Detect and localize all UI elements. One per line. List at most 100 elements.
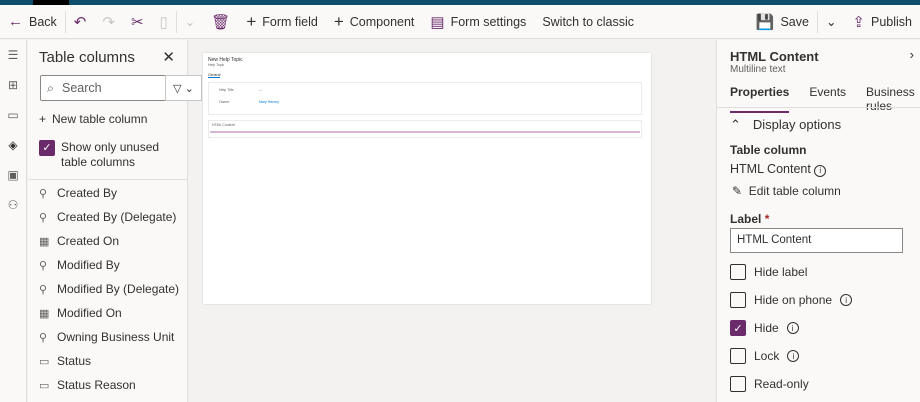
list-item[interactable]: ⚲ Owning Business Unit xyxy=(39,325,179,349)
form-section[interactable]: Help Title --- Owner Mary Harvey xyxy=(208,82,642,115)
new-column-label: New table column xyxy=(52,112,148,126)
option-set-icon: ▭ xyxy=(39,355,50,368)
section-label: Display options xyxy=(752,117,842,132)
field-value[interactable]: --- xyxy=(259,88,263,92)
undo-button[interactable]: ↶ xyxy=(66,5,95,38)
filter-button[interactable]: ▽ ⌄ xyxy=(165,75,202,101)
command-bar: ← Back ↶ ↷ ✂ ▯ ⌄ 🗑 + Form field + Component… xyxy=(0,5,920,39)
tab-general[interactable]: General xyxy=(208,73,221,78)
form-settings-label: Form settings xyxy=(450,14,527,29)
divider xyxy=(28,179,188,180)
redo-button[interactable]: ↷ xyxy=(94,5,123,38)
list-item[interactable]: ▭ Status Reason xyxy=(39,373,179,397)
info-icon[interactable]: i xyxy=(814,164,827,177)
calendar-icon: ▦ xyxy=(39,235,50,248)
tab-properties[interactable]: Properties xyxy=(730,85,790,113)
column-label: Created By (Delegate) xyxy=(57,210,177,224)
option-checkbox[interactable]: Read-only xyxy=(730,376,809,392)
left-rail: ☰ ⊞ ▭ ◈ ▣ ⚇ xyxy=(0,40,27,402)
display-options-header[interactable]: ⌃ Display options xyxy=(730,117,841,133)
column-label: Status xyxy=(57,354,92,368)
list-item[interactable]: ▦ Created On xyxy=(39,229,179,253)
option-label: Read-only xyxy=(754,377,809,391)
column-label: Modified On xyxy=(57,306,122,320)
search-icon: ⌕ xyxy=(47,80,55,95)
option-checkbox[interactable]: ✓ Hide i xyxy=(730,320,799,336)
list-item[interactable]: ⚲ Modified By (Delegate) xyxy=(39,277,179,301)
lookup-icon: ⚲ xyxy=(39,259,48,272)
chevron-down-icon: ⌄ xyxy=(825,15,837,29)
scissors-icon: ✂ xyxy=(130,13,144,31)
info-icon[interactable]: i xyxy=(787,350,800,362)
new-table-column-button[interactable]: + New table column xyxy=(39,112,147,126)
arrow-left-icon: ← xyxy=(8,13,23,30)
close-icon[interactable]: ✕ xyxy=(162,48,175,66)
list-item[interactable]: ⚲ Modified By xyxy=(39,253,179,277)
table-columns-icon[interactable]: ▭ xyxy=(0,100,26,130)
column-label: Modified By xyxy=(57,258,120,272)
checkbox-icon: ✓ xyxy=(730,320,746,336)
switch-classic-button[interactable]: Switch to classic xyxy=(534,5,642,38)
paste-button[interactable]: ▯ xyxy=(152,5,176,38)
checkmark-icon: ✓ xyxy=(39,140,55,156)
cut-button[interactable]: ✂ xyxy=(123,5,152,38)
tab-events[interactable]: Events xyxy=(809,85,846,113)
form-libraries-icon[interactable]: ▣ xyxy=(0,160,26,190)
more-dropdown[interactable]: ⌄ xyxy=(177,5,203,38)
option-checkbox[interactable]: Hide label xyxy=(730,264,807,280)
lookup-icon: ⚲ xyxy=(39,187,48,200)
publish-button[interactable]: ⇪ Publish xyxy=(844,5,920,38)
edit-table-column-link[interactable]: ✎ Edit table column xyxy=(732,184,841,198)
html-content-section[interactable]: HTML Content xyxy=(208,120,642,138)
search-input[interactable]: ⌕ Search xyxy=(40,75,175,101)
save-button[interactable]: 💾 Save xyxy=(748,5,817,38)
plus-icon: + xyxy=(333,11,344,31)
checkbox-icon xyxy=(730,376,746,392)
owner-value[interactable]: Mary Harvey xyxy=(259,100,279,104)
pane-title: Table columns xyxy=(39,49,135,66)
menu-icon[interactable]: ☰ xyxy=(0,40,26,70)
list-item[interactable]: ▭ Status xyxy=(39,349,179,373)
show-unused-checkbox[interactable]: ✓ Show only unused table columns xyxy=(39,140,179,170)
list-item[interactable]: ▦ Modified On xyxy=(39,301,179,325)
info-icon[interactable]: i xyxy=(786,322,799,334)
tree-view-icon[interactable]: ◈ xyxy=(0,130,26,160)
table-column-label: Table column xyxy=(730,143,807,157)
tab-business-rules[interactable]: Business rules xyxy=(866,85,920,113)
save-dropdown[interactable]: ⌄ xyxy=(818,5,844,38)
option-checkbox[interactable]: Lock i xyxy=(730,348,800,364)
calendar-icon: ▦ xyxy=(39,307,50,320)
back-button[interactable]: ← Back xyxy=(0,5,65,38)
components-icon[interactable]: ⊞ xyxy=(0,70,26,100)
form-settings-icon: ▤ xyxy=(430,13,445,31)
form-field-button[interactable]: + Form field xyxy=(238,5,326,38)
list-item[interactable]: ⚲ Created By xyxy=(39,181,179,205)
option-label: Lock xyxy=(754,349,780,363)
html-content-control[interactable] xyxy=(210,131,640,133)
search-placeholder: Search xyxy=(62,81,102,95)
list-item[interactable]: ⚲ Created By (Delegate) xyxy=(39,205,179,229)
column-label: Status Reason xyxy=(57,378,136,392)
save-label: Save xyxy=(780,14,809,29)
filter-icon: ▽ ⌄ xyxy=(173,82,194,95)
component-label: Component xyxy=(349,14,415,29)
switch-classic-label: Switch to classic xyxy=(542,14,635,29)
delete-button[interactable]: 🗑 xyxy=(203,5,238,38)
business-rules-icon[interactable]: ⚇ xyxy=(0,190,26,220)
table-column-value: HTML Content xyxy=(730,162,811,176)
field-label: HTML Content xyxy=(212,123,235,127)
option-label: Hide xyxy=(754,321,779,335)
info-icon[interactable]: i xyxy=(840,294,853,306)
column-label: Owning Business Unit xyxy=(57,330,175,344)
option-checkbox[interactable]: Hide on phone i xyxy=(730,292,853,308)
redo-icon: ↷ xyxy=(102,13,115,31)
component-button[interactable]: + Component xyxy=(326,5,423,38)
props-subtitle: Multiline text xyxy=(730,64,786,75)
save-icon: 💾 xyxy=(755,13,775,31)
form-settings-button[interactable]: ▤ Form settings xyxy=(422,5,534,38)
back-label: Back xyxy=(29,14,57,29)
label-input[interactable]: HTML Content xyxy=(730,228,903,253)
column-label: Modified By (Delegate) xyxy=(57,282,180,296)
chevron-right-icon[interactable]: › xyxy=(910,47,914,62)
trash-icon: 🗑 xyxy=(211,13,231,31)
